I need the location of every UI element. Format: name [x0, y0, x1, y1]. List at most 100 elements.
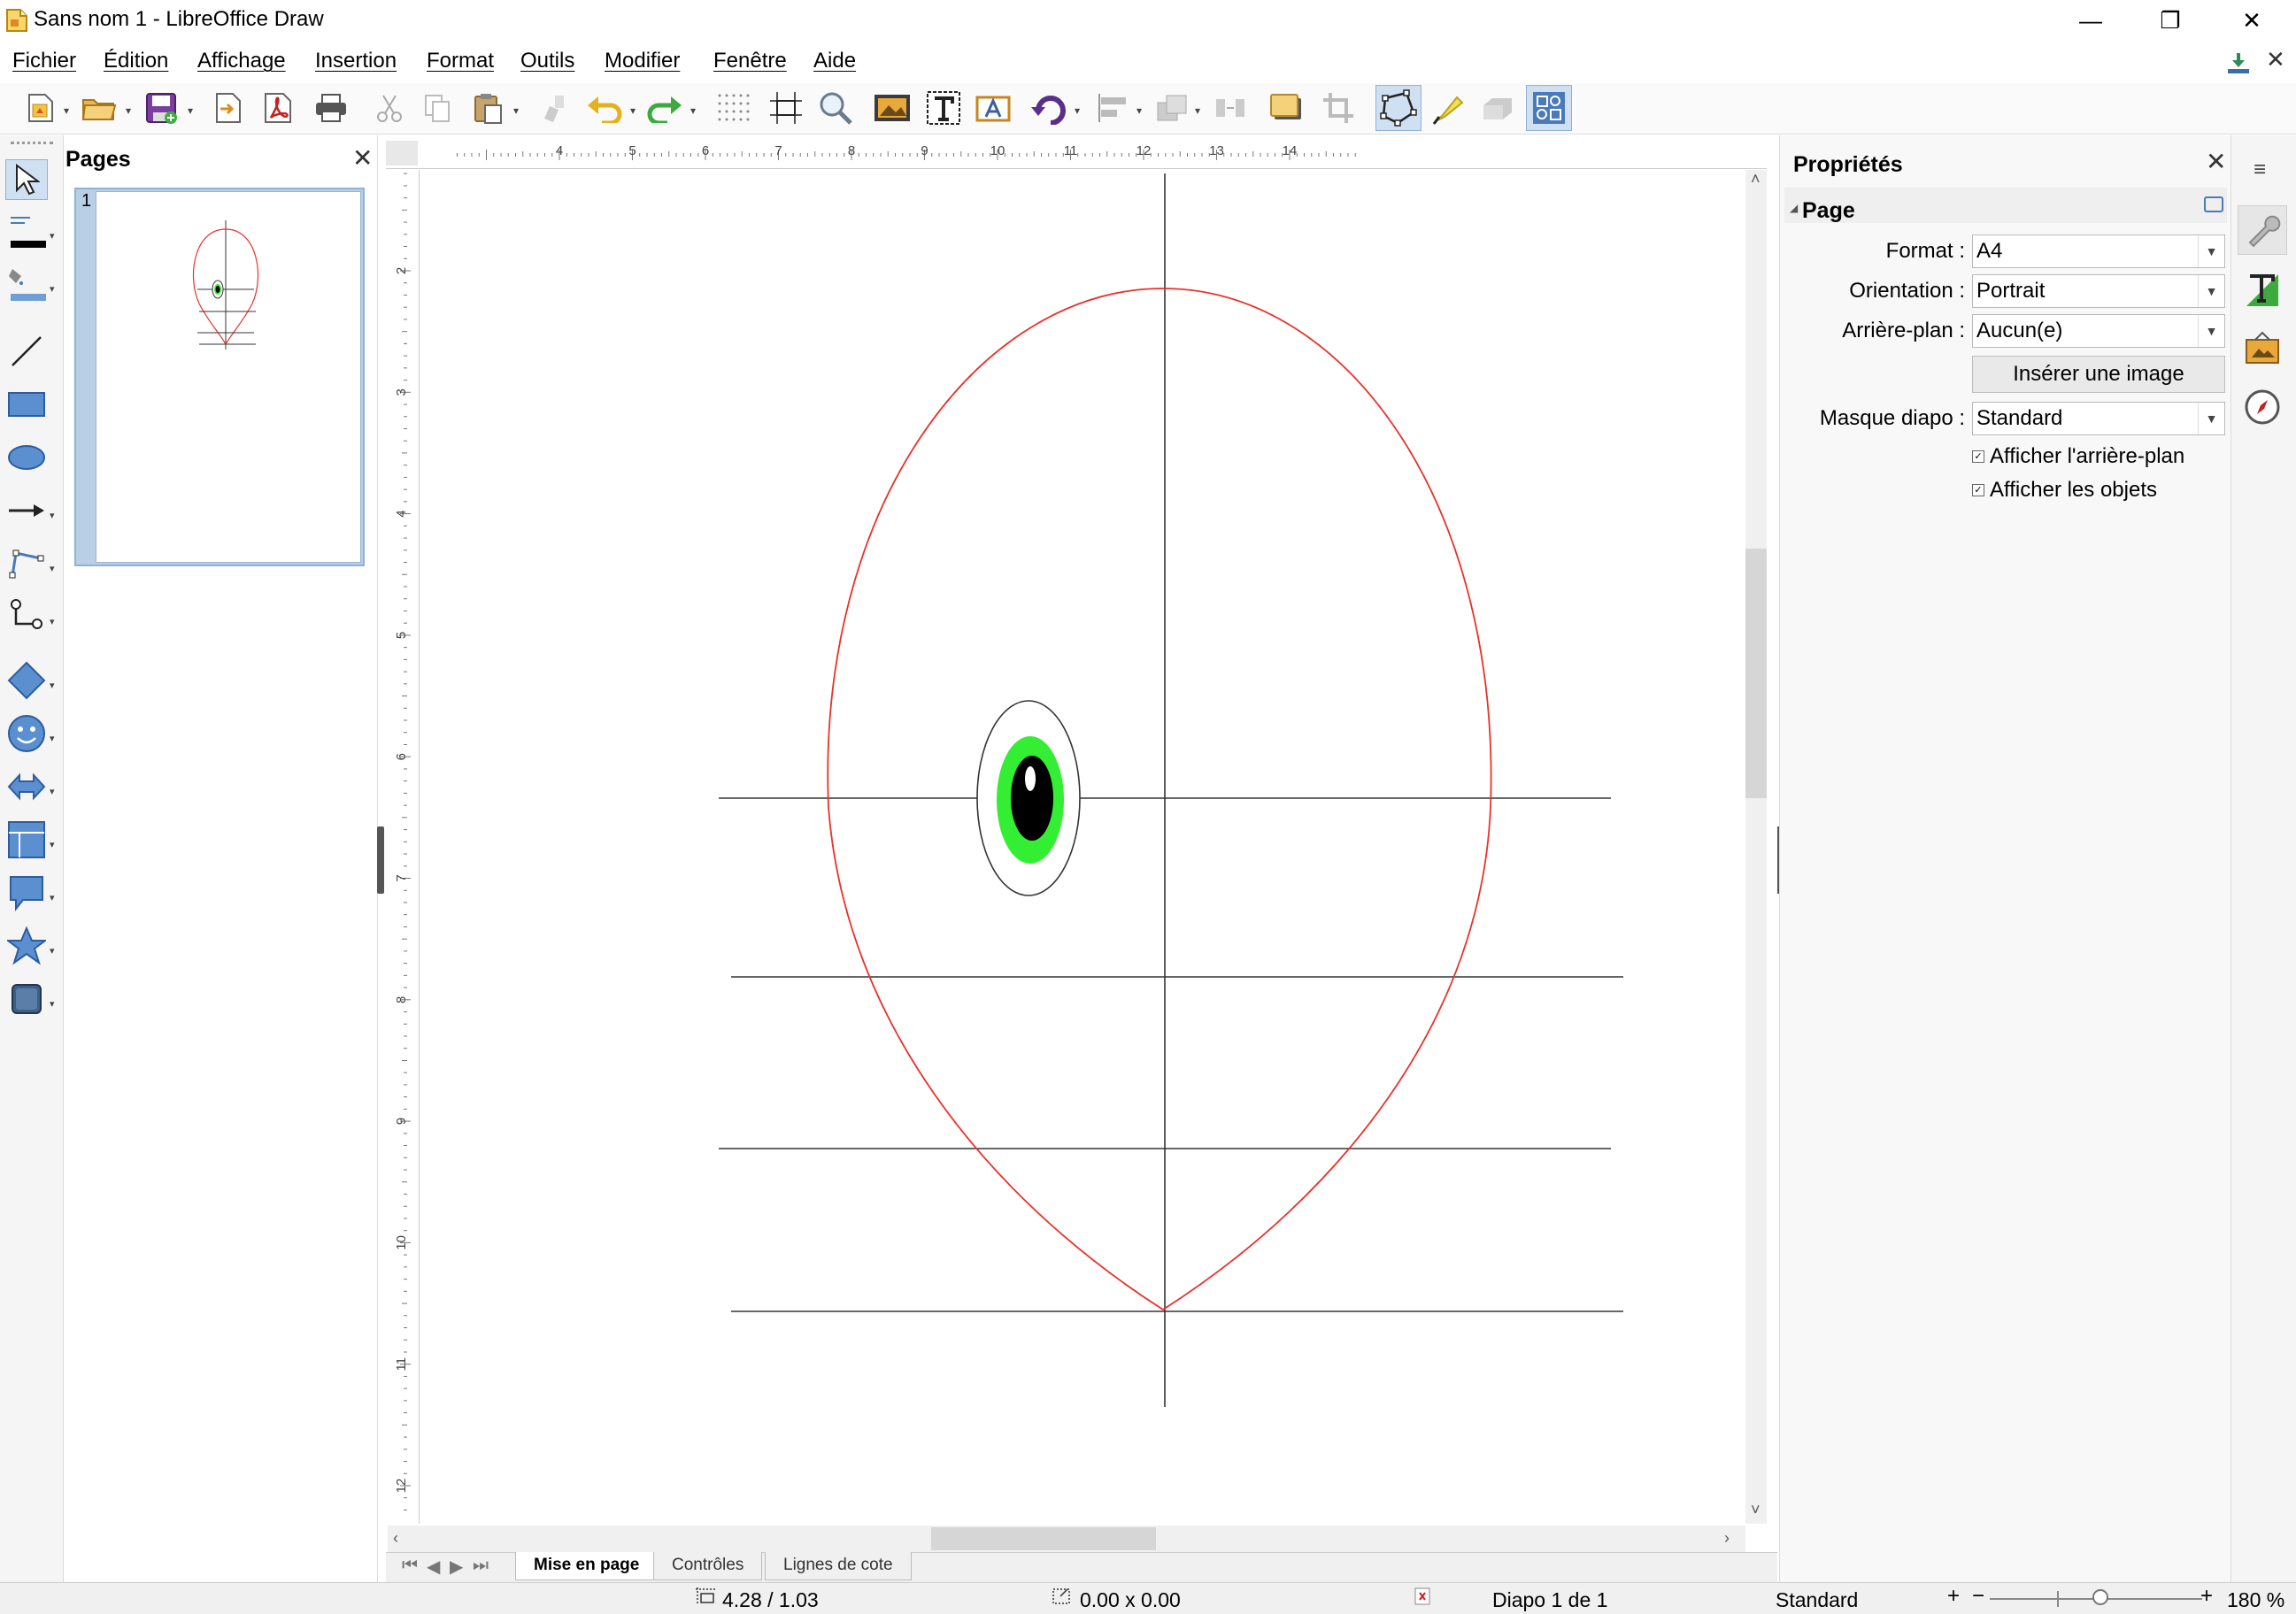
glue-points-icon[interactable]: [1429, 88, 1468, 127]
minimize-button[interactable]: —: [2055, 0, 2126, 41]
select-icon[interactable]: [5, 159, 48, 200]
close-icon[interactable]: ✕: [2206, 147, 2226, 176]
text-box-icon[interactable]: [924, 88, 963, 127]
dropdown-arrow-icon[interactable]: ▾: [50, 510, 55, 521]
menu-outils[interactable]: Outils: [520, 48, 574, 74]
restore-button[interactable]: ❐: [2135, 0, 2206, 41]
zoom-icon[interactable]: [816, 88, 855, 127]
rectangle-icon[interactable]: [5, 384, 48, 425]
zoom-percentage[interactable]: 180 %: [2227, 1588, 2284, 1611]
scroll-down-icon[interactable]: ˅: [1751, 1501, 1761, 1519]
dropdown-arrow-icon[interactable]: ▾: [50, 563, 55, 574]
dropdown-arrow-icon[interactable]: ▾: [1136, 104, 1142, 117]
align-icon[interactable]: [1094, 88, 1133, 127]
dropdown-arrow-icon[interactable]: ▾: [690, 104, 696, 117]
horizontal-scrollbar-thumb[interactable]: [931, 1527, 1156, 1550]
open-icon[interactable]: [80, 88, 119, 127]
background-select[interactable]: Aucun(e) ▼: [1972, 314, 2225, 348]
document-modified-icon[interactable]: [1413, 1586, 1434, 1611]
menu-modifier[interactable]: Modifier: [605, 48, 680, 74]
new-document-icon[interactable]: [21, 88, 60, 127]
cut-icon[interactable]: [370, 88, 409, 127]
export-pdf-icon[interactable]: [258, 88, 297, 127]
paste-icon[interactable]: [469, 88, 508, 127]
dropdown-arrow-icon[interactable]: ▾: [126, 104, 131, 117]
arrow-line-icon[interactable]: [5, 490, 48, 531]
drawing-canvas[interactable]: [420, 170, 1745, 1524]
menu-format[interactable]: Format: [427, 48, 494, 74]
arrange-icon[interactable]: [1152, 88, 1191, 127]
curve-icon[interactable]: [5, 543, 48, 584]
print-icon[interactable]: [312, 88, 351, 127]
line-color-icon[interactable]: [5, 211, 48, 251]
block-arrows-icon[interactable]: [5, 766, 48, 807]
close-icon[interactable]: ✕: [352, 143, 373, 173]
pages-panel-splitter[interactable]: [377, 826, 384, 894]
toolbar-grip[interactable]: [11, 142, 53, 147]
fontwork-icon[interactable]: [974, 88, 1013, 127]
vertical-scrollbar[interactable]: [1745, 170, 1767, 1524]
crop-icon[interactable]: [1319, 88, 1358, 127]
3d-objects-icon[interactable]: [5, 979, 48, 1019]
close-window-button[interactable]: ✕: [2216, 0, 2287, 41]
distribute-icon[interactable]: [1211, 88, 1250, 127]
update-download-icon[interactable]: [2225, 51, 2252, 74]
ellipse-icon[interactable]: [5, 437, 48, 478]
dropdown-arrow-icon[interactable]: ▾: [513, 104, 519, 117]
close-document-icon[interactable]: ✕: [2266, 46, 2285, 73]
menu-fichier[interactable]: Fichier: [12, 48, 76, 74]
more-options-icon[interactable]: [2204, 196, 2223, 212]
previous-tab-icon[interactable]: ◀: [427, 1556, 440, 1578]
dropdown-arrow-icon[interactable]: ▾: [50, 616, 55, 627]
tab-lignes-de-cote[interactable]: Lignes de cote: [765, 1552, 912, 1580]
zoom-in-icon[interactable]: +: [1947, 1585, 1960, 1608]
menu-aide[interactable]: Aide: [813, 48, 856, 74]
page-thumbnail[interactable]: [96, 191, 361, 563]
select-at-frames-icon[interactable]: [1526, 85, 1572, 131]
scroll-up-icon[interactable]: ˄: [1751, 170, 1761, 188]
tab-mise-en-page[interactable]: Mise en page: [515, 1552, 659, 1580]
connector-icon[interactable]: [5, 596, 48, 637]
dropdown-arrow-icon[interactable]: ▾: [50, 230, 55, 242]
dropdown-arrow-icon[interactable]: ▾: [50, 786, 55, 797]
sidebar-menu-icon[interactable]: ≡: [2254, 158, 2266, 182]
menu-insertion[interactable]: Insertion: [315, 48, 397, 74]
symbol-shapes-icon[interactable]: [5, 713, 48, 754]
dropdown-arrow-icon[interactable]: ▾: [50, 945, 55, 957]
last-tab-icon[interactable]: ⏭: [473, 1556, 489, 1576]
dropdown-arrow-icon[interactable]: ▾: [64, 104, 69, 117]
menu-edition[interactable]: Édition: [104, 48, 168, 74]
save-icon[interactable]: [142, 88, 181, 127]
undo-icon[interactable]: [586, 88, 625, 127]
next-tab-icon[interactable]: ▶: [450, 1556, 463, 1578]
stars-icon[interactable]: [5, 926, 48, 966]
menu-affichage[interactable]: Affichage: [197, 48, 286, 74]
dropdown-arrow-icon[interactable]: ▾: [50, 680, 55, 691]
dropdown-arrow-icon[interactable]: ▾: [50, 839, 55, 850]
redo-icon[interactable]: [644, 88, 683, 127]
horizontal-ruler[interactable]: 4 5 6 7 8 9 10 11 12 13 14: [386, 137, 1767, 169]
clone-formatting-icon[interactable]: [535, 88, 574, 127]
dropdown-arrow-icon[interactable]: ▾: [1075, 104, 1080, 117]
master-slide-select[interactable]: Standard ▼: [1972, 402, 2225, 435]
export-icon[interactable]: [209, 88, 248, 127]
tab-controles[interactable]: Contrôles: [653, 1552, 763, 1580]
dropdown-arrow-icon[interactable]: ▾: [630, 104, 636, 117]
zoom-out-icon[interactable]: −: [1972, 1585, 1984, 1608]
navigator-deck-icon[interactable]: [2238, 382, 2287, 432]
line-icon[interactable]: [5, 331, 48, 372]
dropdown-arrow-icon[interactable]: ▾: [1195, 104, 1200, 117]
menu-fenetre[interactable]: Fenêtre: [713, 48, 787, 74]
properties-deck-icon[interactable]: [2238, 205, 2287, 255]
collapse-triangle-icon[interactable]: ◢: [1790, 202, 1798, 214]
dropdown-arrow-icon[interactable]: ▾: [188, 104, 193, 117]
first-tab-icon[interactable]: ⏮: [402, 1556, 418, 1576]
format-select[interactable]: A4 ▼: [1972, 234, 2225, 268]
flowchart-icon[interactable]: [5, 819, 48, 860]
zoom-in-icon[interactable]: +: [2200, 1585, 2213, 1608]
vertical-scrollbar-thumb[interactable]: [1745, 549, 1767, 798]
basic-shapes-icon[interactable]: [5, 660, 48, 701]
grid-icon[interactable]: [713, 88, 752, 127]
callouts-icon[interactable]: [5, 872, 48, 913]
scroll-right-icon[interactable]: ›: [1724, 1529, 1730, 1548]
